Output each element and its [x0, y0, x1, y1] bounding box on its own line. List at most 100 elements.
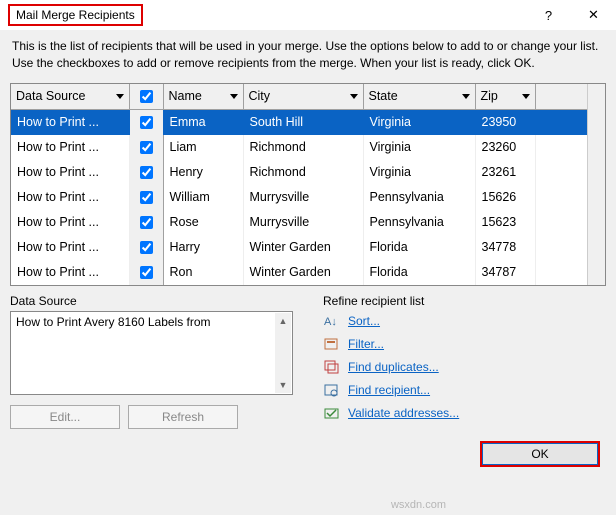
- row-checkbox[interactable]: [140, 141, 153, 154]
- listbox-scrollbar[interactable]: ▲ ▼: [275, 313, 291, 393]
- cell-data-source: How to Print ...: [11, 135, 129, 160]
- dropdown-icon[interactable]: [116, 94, 124, 99]
- cell-zip: 23261: [475, 160, 535, 185]
- validate-link-row: Validate addresses...: [323, 405, 606, 421]
- cell-name: Rose: [163, 210, 243, 235]
- dropdown-icon[interactable]: [230, 94, 238, 99]
- header-name[interactable]: Name: [163, 84, 243, 110]
- table-header-row: Data Source Name City: [11, 84, 605, 110]
- dropdown-icon[interactable]: [350, 94, 358, 99]
- cell-city: Murrysville: [243, 210, 363, 235]
- cell-data-source: How to Print ...: [11, 160, 129, 185]
- edit-button[interactable]: Edit...: [10, 405, 120, 429]
- header-label: City: [249, 89, 271, 103]
- row-checkbox[interactable]: [140, 191, 153, 204]
- cell-data-source: How to Print ...: [11, 109, 129, 135]
- scroll-down-icon[interactable]: ▼: [275, 377, 291, 393]
- header-label: Data Source: [16, 89, 85, 103]
- dialog-description: This is the list of recipients that will…: [0, 30, 616, 83]
- header-label: Zip: [481, 89, 498, 103]
- refresh-button[interactable]: Refresh: [128, 405, 238, 429]
- data-source-buttons: Edit... Refresh: [10, 405, 293, 429]
- duplicates-link-row: Find duplicates...: [323, 359, 606, 375]
- cell-city: Winter Garden: [243, 260, 363, 285]
- cell-zip: 15623: [475, 210, 535, 235]
- cell-checkbox[interactable]: [129, 210, 163, 235]
- dropdown-icon[interactable]: [522, 94, 530, 99]
- header-state[interactable]: State: [363, 84, 475, 110]
- row-checkbox[interactable]: [140, 241, 153, 254]
- data-source-item[interactable]: How to Print Avery 8160 Labels from: [16, 315, 211, 329]
- cell-city: Winter Garden: [243, 235, 363, 260]
- data-source-listbox[interactable]: How to Print Avery 8160 Labels from ▲ ▼: [10, 311, 293, 395]
- cell-name: Emma: [163, 109, 243, 135]
- refine-list: A↓ Sort... Filter... Find duplicates...: [323, 311, 606, 421]
- header-city[interactable]: City: [243, 84, 363, 110]
- validate-icon: [323, 405, 341, 421]
- table-row[interactable]: How to Print ...WilliamMurrysvillePennsy…: [11, 185, 605, 210]
- header-data-source[interactable]: Data Source: [11, 84, 129, 110]
- data-source-legend: Data Source: [10, 294, 293, 308]
- cell-data-source: How to Print ...: [11, 260, 129, 285]
- recipient-link-row: Find recipient...: [323, 382, 606, 398]
- cell-zip: 23260: [475, 135, 535, 160]
- dropdown-icon[interactable]: [462, 94, 470, 99]
- cell-name: Harry: [163, 235, 243, 260]
- cell-checkbox[interactable]: [129, 185, 163, 210]
- help-button[interactable]: ?: [526, 0, 571, 30]
- select-all-checkbox[interactable]: [140, 90, 153, 103]
- cell-name: Henry: [163, 160, 243, 185]
- cell-checkbox[interactable]: [129, 260, 163, 285]
- ok-button[interactable]: OK: [480, 441, 600, 467]
- cell-zip: 34787: [475, 260, 535, 285]
- filter-icon: [323, 336, 341, 352]
- cell-name: Ron: [163, 260, 243, 285]
- sort-icon: A↓: [323, 313, 341, 329]
- table-row[interactable]: How to Print ...RoseMurrysvillePennsylva…: [11, 210, 605, 235]
- refine-group: Refine recipient list A↓ Sort... Filter.…: [323, 294, 606, 429]
- cell-zip: 15626: [475, 185, 535, 210]
- svg-text:A↓: A↓: [324, 316, 337, 328]
- filter-link[interactable]: Filter...: [348, 337, 384, 351]
- cell-city: Richmond: [243, 135, 363, 160]
- cell-state: Virginia: [363, 160, 475, 185]
- cell-data-source: How to Print ...: [11, 210, 129, 235]
- dialog-buttons: OK: [0, 429, 616, 479]
- cell-zip: 23950: [475, 109, 535, 135]
- scroll-up-icon[interactable]: ▲: [275, 313, 291, 329]
- header-zip[interactable]: Zip: [475, 84, 535, 110]
- cell-checkbox[interactable]: [129, 160, 163, 185]
- cell-name: Liam: [163, 135, 243, 160]
- table-row[interactable]: How to Print ...RonWinter GardenFlorida3…: [11, 260, 605, 285]
- vertical-scrollbar[interactable]: [587, 84, 605, 285]
- filter-link-row: Filter...: [323, 336, 606, 352]
- cell-checkbox[interactable]: [129, 135, 163, 160]
- window-title: Mail Merge Recipients: [8, 4, 143, 26]
- cell-state: Virginia: [363, 135, 475, 160]
- sort-link[interactable]: Sort...: [348, 314, 380, 328]
- table-row[interactable]: How to Print ...EmmaSouth HillVirginia23…: [11, 109, 605, 135]
- validate-link[interactable]: Validate addresses...: [348, 406, 459, 420]
- row-checkbox[interactable]: [140, 116, 153, 129]
- header-checkbox[interactable]: [129, 84, 163, 110]
- row-checkbox[interactable]: [140, 166, 153, 179]
- window-title-wrap: Mail Merge Recipients: [8, 4, 526, 26]
- header-label: State: [369, 89, 398, 103]
- row-checkbox[interactable]: [140, 216, 153, 229]
- watermark: wsxdn.com: [391, 499, 446, 511]
- cell-checkbox[interactable]: [129, 109, 163, 135]
- cell-checkbox[interactable]: [129, 235, 163, 260]
- close-button[interactable]: ✕: [571, 0, 616, 30]
- data-source-group: Data Source How to Print Avery 8160 Labe…: [10, 294, 293, 429]
- cell-state: Pennsylvania: [363, 185, 475, 210]
- recipient-link[interactable]: Find recipient...: [348, 383, 430, 397]
- table-row[interactable]: How to Print ... HenryRichmondVirginia232…: [11, 160, 605, 185]
- cell-state: Virginia: [363, 109, 475, 135]
- row-checkbox[interactable]: [140, 266, 153, 279]
- table-row[interactable]: How to Print ... LiamRichmondVirginia2326…: [11, 135, 605, 160]
- cell-city: Murrysville: [243, 185, 363, 210]
- cell-city: Richmond: [243, 160, 363, 185]
- table-row[interactable]: How to Print ...HarryWinter GardenFlorid…: [11, 235, 605, 260]
- titlebar: Mail Merge Recipients ? ✕: [0, 0, 616, 30]
- duplicates-link[interactable]: Find duplicates...: [348, 360, 439, 374]
